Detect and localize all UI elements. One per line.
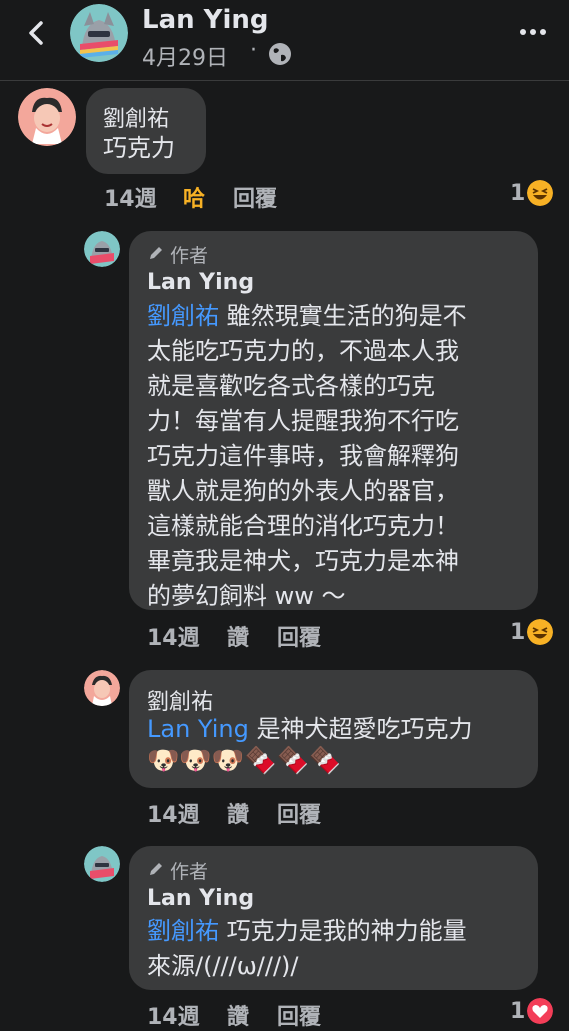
comment-actions: 14週 讚 回覆 [0,620,569,652]
post-date[interactable]: 4月29日 [142,40,228,72]
mention-link[interactable]: Lan Ying [147,715,249,743]
reply-button[interactable]: 回覆 [277,797,321,829]
comment-text: Lan Ying 是神犬超愛吃巧克力 [147,715,473,743]
pencil-icon [150,247,162,259]
comment-author[interactable]: Lan Ying [147,886,254,911]
comment-actions: 14週 哈 回覆 [0,181,569,213]
avatar[interactable] [84,231,120,267]
comment-text: 巧克力 [103,134,175,162]
mention-link[interactable]: 劉創祐 [147,302,219,330]
comment-text: 劉創祐 雖然現實生活的狗是不 太能吃巧克力的，不過本人我 就是喜歡吃各式各樣的巧… [147,302,467,610]
emoji-line: 🐶🐶🐶🍫🍫🍫 [147,746,342,776]
comment-time: 14週 [147,1005,200,1030]
author-badge: 作者 [170,245,209,267]
reply-button[interactable]: 回覆 [277,620,321,652]
avatar[interactable] [84,846,120,882]
comment-actions: 14週 讚 回覆 [0,999,569,1030]
mention-link[interactable]: 劉創祐 [147,917,219,945]
reaction-count[interactable]: 1 [510,181,525,206]
globe-icon [269,43,291,65]
comment-author[interactable]: Lan Ying [147,270,254,295]
reply-button[interactable]: 回覆 [277,999,321,1031]
like-button[interactable]: 讚 [227,797,249,829]
haha-reaction-icon [527,180,553,206]
avatar[interactable] [18,88,76,146]
comment-time: 14週 [104,187,157,212]
reply-button[interactable]: 回覆 [233,181,277,213]
author-badge: 作者 [170,861,209,883]
more-horizontal-icon[interactable] [518,22,548,42]
avatar[interactable] [70,4,128,62]
comment-time: 14週 [147,626,200,651]
separator-dot: · [250,38,257,63]
reaction-count[interactable]: 1 [510,999,525,1024]
reaction-count[interactable]: 1 [510,620,525,645]
comment-author[interactable]: 劉創祐 [103,101,169,133]
post-header: Lan Ying 4月29日 · [0,0,569,81]
profile-name[interactable]: Lan Ying [142,5,269,35]
like-button[interactable]: 讚 [227,999,249,1031]
love-reaction-icon [527,998,553,1024]
reaction-button[interactable]: 哈 [183,181,205,213]
comment-actions: 14週 讚 回覆 [0,797,569,829]
comment-text: 劉創祐 巧克力是我的神力能量 來源/(///ω///)/ [147,917,467,980]
avatar[interactable] [84,670,120,706]
pencil-icon [150,863,162,875]
haha-reaction-icon [527,619,553,645]
comment-time: 14週 [147,803,200,828]
chevron-left-icon[interactable] [22,18,52,48]
like-button[interactable]: 讚 [227,620,249,652]
